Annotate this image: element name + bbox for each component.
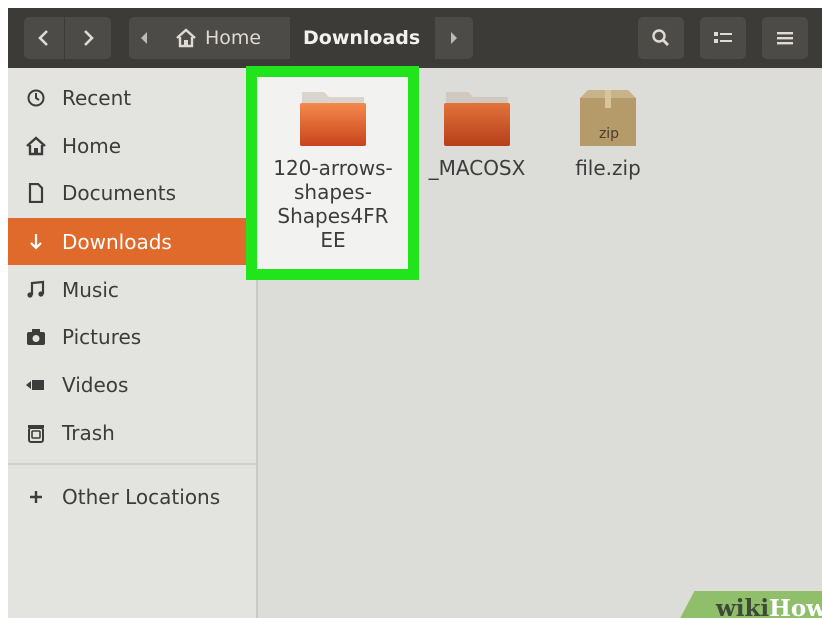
zip-badge-label: zip — [598, 126, 620, 142]
camera-icon — [22, 328, 50, 346]
search-button[interactable] — [638, 17, 684, 59]
breadcrumb-current-label: Downloads — [303, 27, 421, 49]
file-manager-window: Home Downloads Recent Home Documents Dow… — [8, 8, 822, 618]
home-icon — [176, 28, 196, 48]
sidebar-item-other-locations[interactable]: Other Locations — [8, 473, 256, 520]
file-item-folder-macosx[interactable]: _MACOSX — [414, 88, 540, 180]
folder-icon — [444, 92, 510, 146]
wikihow-watermark: wiki How — [676, 591, 822, 618]
header-bar: Home Downloads — [8, 8, 822, 68]
file-name: _MACOSX — [428, 156, 526, 180]
clock-icon — [22, 88, 50, 108]
sidebar-item-home[interactable]: Home — [8, 122, 256, 169]
sidebar-item-label: Other Locations — [62, 484, 221, 509]
sidebar-item-label: Trash — [62, 420, 115, 445]
music-icon — [22, 280, 50, 300]
sidebar-item-trash[interactable]: Trash — [8, 409, 256, 456]
sidebar-item-label: Videos — [62, 372, 129, 397]
download-icon — [22, 232, 50, 252]
forward-button[interactable] — [65, 17, 111, 59]
menu-button[interactable] — [762, 17, 808, 59]
file-name-line: 120-arrows- — [273, 156, 393, 180]
path-scroll-left-button[interactable] — [129, 17, 159, 59]
path-scroll-right-button[interactable] — [435, 17, 473, 59]
document-icon — [22, 182, 50, 203]
sidebar-item-downloads[interactable]: Downloads — [8, 218, 256, 265]
sidebar-item-videos[interactable]: Videos — [8, 361, 256, 408]
file-item-folder-120-arrows[interactable]: 120-arrows- shapes- Shapes4FR EE — [258, 88, 408, 252]
folder-icon — [300, 92, 366, 146]
sidebar-separator — [8, 463, 256, 465]
sidebar-item-music[interactable]: Music — [8, 266, 256, 313]
back-button[interactable] — [24, 17, 64, 59]
view-toggle-button[interactable] — [700, 17, 746, 59]
file-name-line: shapes- — [294, 180, 372, 204]
list-view-icon — [714, 32, 732, 43]
sidebar-item-recent[interactable]: Recent — [8, 74, 256, 121]
sidebar-item-label: Home — [62, 133, 122, 158]
watermark-how: How — [769, 595, 822, 618]
chevron-left-icon — [38, 30, 48, 46]
trash-icon — [22, 423, 50, 443]
sidebar-item-documents[interactable]: Documents — [8, 169, 256, 216]
sidebar-item-label: Downloads — [62, 229, 172, 254]
caret-left-icon — [141, 32, 147, 44]
breadcrumb-current[interactable]: Downloads — [290, 17, 429, 59]
chevron-right-icon — [84, 30, 94, 46]
watermark-wiki: wiki — [715, 595, 770, 618]
sidebar-item-label: Music — [62, 277, 119, 302]
home-icon — [22, 135, 50, 156]
sidebar-item-label: Documents — [62, 180, 177, 205]
plus-icon — [22, 489, 50, 505]
breadcrumb-home-label: Home — [205, 27, 262, 49]
hamburger-menu-icon — [777, 32, 793, 45]
video-icon — [22, 377, 50, 393]
file-name-line: EE — [320, 228, 346, 252]
caret-right-icon — [451, 32, 457, 44]
sidebar-item-pictures[interactable]: Pictures — [8, 313, 256, 360]
sidebar-item-label: Pictures — [62, 324, 142, 349]
file-name: file.zip — [575, 156, 641, 180]
search-icon — [652, 29, 669, 46]
sidebar-item-label: Recent — [62, 85, 132, 110]
breadcrumb-home[interactable]: Home — [159, 17, 290, 59]
file-name-line: Shapes4FR — [277, 204, 389, 228]
